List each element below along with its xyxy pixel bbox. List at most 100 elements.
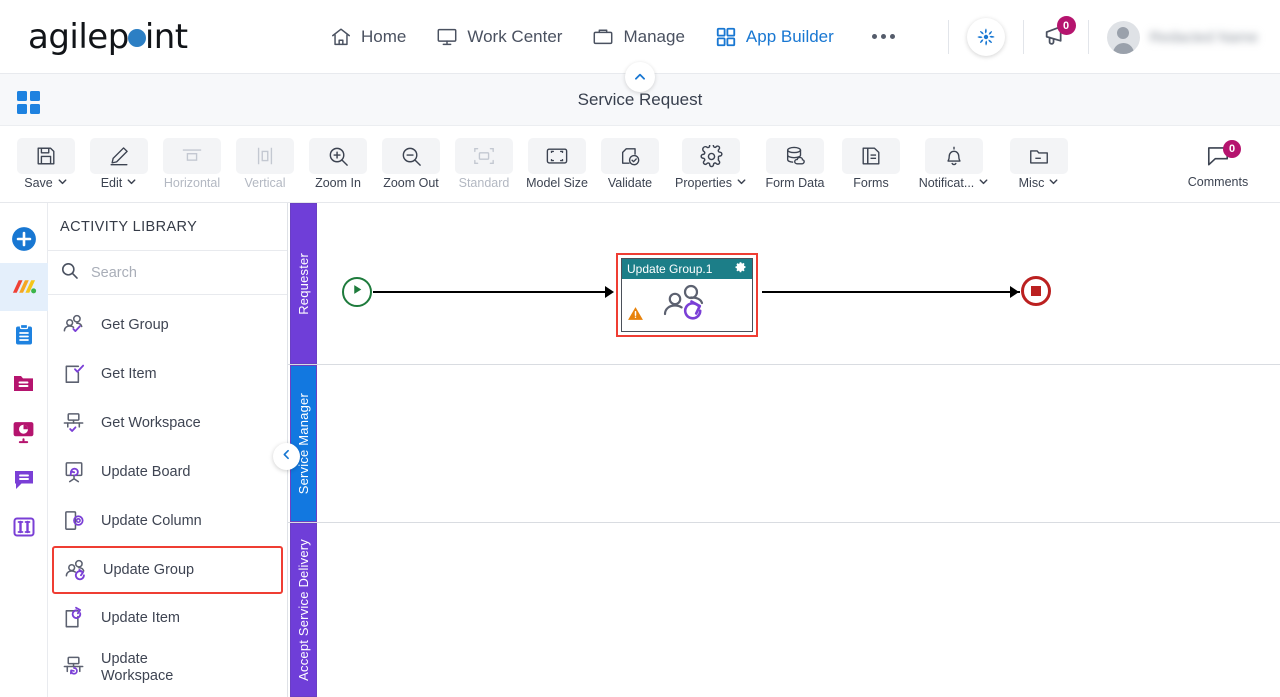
header-right-actions: 0 Redacted Name bbox=[947, 0, 1280, 74]
forms-button[interactable]: Forms bbox=[837, 133, 905, 195]
activity-update-group-selected[interactable]: Update Group.1 bbox=[616, 253, 758, 337]
comments-badge: 0 bbox=[1223, 140, 1241, 158]
rail-item-data-folder[interactable] bbox=[0, 359, 48, 407]
rail-item-activities[interactable] bbox=[0, 263, 48, 311]
swimlane-header-requester[interactable]: Requester bbox=[290, 203, 317, 364]
list-item-get-workspace[interactable]: Get Workspace bbox=[48, 399, 287, 448]
list-item-update-board[interactable]: Update Board bbox=[48, 448, 287, 497]
list-item-label: Update Item bbox=[101, 610, 180, 626]
rail-item-columns[interactable] bbox=[0, 503, 48, 551]
gear-icon[interactable] bbox=[735, 260, 747, 278]
user-name-label: Redacted Name bbox=[1149, 28, 1258, 46]
app-grid-icon[interactable] bbox=[17, 91, 40, 114]
edit-button[interactable]: Edit bbox=[85, 133, 153, 195]
save-label: Save bbox=[24, 176, 53, 190]
align-vertical-icon bbox=[236, 138, 294, 174]
list-item-update-column[interactable]: Update Column bbox=[48, 497, 287, 546]
rail-item-reports[interactable] bbox=[0, 407, 48, 455]
update-group-icon bbox=[661, 283, 713, 328]
misc-button[interactable]: Misc bbox=[1003, 133, 1075, 195]
edit-label: Edit bbox=[100, 176, 123, 190]
validate-button[interactable]: Validate bbox=[596, 133, 664, 195]
swimlane-requester[interactable]: Requester bbox=[288, 203, 1280, 365]
stop-square-icon bbox=[1031, 286, 1041, 296]
connector-activity-to-end[interactable] bbox=[762, 291, 1020, 293]
vertical-label: Vertical bbox=[244, 176, 286, 190]
chevron-down-icon bbox=[736, 176, 747, 190]
get-item-icon bbox=[60, 362, 88, 387]
nav-item-work-center[interactable]: Work Center bbox=[436, 26, 562, 48]
swimlane-service-manager[interactable]: Service Manager bbox=[288, 365, 1280, 523]
nav-label-manage: Manage bbox=[623, 26, 685, 46]
process-canvas[interactable]: Requester Service Manager Accept Service… bbox=[288, 203, 1280, 697]
properties-button[interactable]: Properties bbox=[669, 133, 753, 195]
swimlane-header-service-manager[interactable]: Service Manager bbox=[290, 365, 317, 522]
horizontal-label: Horizontal bbox=[163, 176, 221, 190]
bot-assistant-button[interactable] bbox=[949, 0, 1023, 74]
zoom-out-button[interactable]: Zoom Out bbox=[377, 133, 445, 195]
briefcase-icon bbox=[592, 26, 614, 48]
more-options-icon[interactable] bbox=[871, 34, 895, 39]
zoom-out-icon bbox=[382, 138, 440, 174]
vertical-align-button[interactable]: Vertical bbox=[231, 133, 299, 195]
search-row bbox=[48, 251, 287, 295]
form-data-button[interactable]: Form Data bbox=[758, 133, 832, 195]
list-item-get-item[interactable]: Get Item bbox=[48, 350, 287, 399]
comments-button[interactable]: 0 Comments bbox=[1184, 133, 1252, 195]
zoom-in-button[interactable]: Zoom In bbox=[304, 133, 372, 195]
workspace: ACTIVITY LIBRARY Get Group Get Item bbox=[0, 203, 1280, 697]
end-event[interactable] bbox=[1021, 276, 1051, 306]
search-input[interactable] bbox=[91, 264, 251, 281]
activity-update-group[interactable]: Update Group.1 bbox=[621, 258, 753, 332]
model-size-button[interactable]: Model Size bbox=[523, 133, 591, 195]
list-item-label: Get Workspace bbox=[101, 415, 201, 431]
nav-item-app-builder[interactable]: App Builder bbox=[715, 26, 834, 48]
pencil-icon bbox=[90, 138, 148, 174]
zoom-out-label: Zoom Out bbox=[383, 176, 439, 190]
nav-item-home[interactable]: Home bbox=[330, 26, 406, 48]
database-icon bbox=[766, 138, 824, 174]
list-item-update-group[interactable]: Update Group bbox=[52, 546, 283, 594]
model-size-icon bbox=[528, 138, 586, 174]
sidebar-rail bbox=[0, 203, 48, 697]
agilepoint-logo[interactable]: agilep int bbox=[0, 17, 330, 57]
update-workspace-icon bbox=[60, 655, 88, 680]
model-toolbar: Save Edit Horizontal Vertical Zoom In Zo… bbox=[0, 126, 1280, 203]
rail-item-clipboard[interactable] bbox=[0, 311, 48, 359]
user-profile-button[interactable]: Redacted Name bbox=[1089, 0, 1280, 74]
swimlane-label: Accept Service Delivery bbox=[296, 539, 311, 681]
folder-icon bbox=[1010, 138, 1068, 174]
announcements-button[interactable]: 0 bbox=[1024, 0, 1088, 74]
start-event[interactable] bbox=[342, 277, 372, 307]
list-item-update-workspace[interactable]: Update Workspace bbox=[48, 643, 287, 692]
swimlane-header-accept-service-delivery[interactable]: Accept Service Delivery bbox=[290, 523, 317, 697]
validate-icon bbox=[601, 138, 659, 174]
rail-item-add[interactable] bbox=[0, 215, 48, 263]
list-item-label: Get Group bbox=[101, 317, 169, 333]
list-item-label: Update Group bbox=[103, 561, 195, 578]
list-item-label: Get Item bbox=[101, 366, 157, 382]
grid-icon bbox=[715, 26, 737, 48]
standard-label: Standard bbox=[458, 176, 510, 190]
panel-collapse-button[interactable] bbox=[273, 443, 300, 470]
update-item-icon bbox=[60, 606, 88, 631]
nav-item-manage[interactable]: Manage bbox=[592, 26, 685, 48]
get-group-icon bbox=[60, 313, 88, 338]
chevron-up-icon[interactable] bbox=[625, 62, 655, 92]
chevron-down-icon bbox=[1048, 176, 1059, 190]
bell-icon bbox=[925, 138, 983, 174]
notifications-button[interactable]: Notificat... bbox=[910, 133, 998, 195]
search-icon bbox=[60, 261, 79, 285]
page-title: Service Request bbox=[577, 89, 703, 109]
list-item-update-item[interactable]: Update Item bbox=[48, 594, 287, 643]
rail-item-messages[interactable] bbox=[0, 455, 48, 503]
list-item-get-group[interactable]: Get Group bbox=[48, 301, 287, 350]
horizontal-align-button[interactable]: Horizontal bbox=[158, 133, 226, 195]
notifications-label: Notificat... bbox=[918, 176, 975, 190]
swimlane-accept-service-delivery[interactable]: Accept Service Delivery bbox=[288, 523, 1280, 697]
zoom-in-icon bbox=[309, 138, 367, 174]
connector-start-to-activity[interactable] bbox=[373, 291, 607, 293]
chevron-down-icon bbox=[57, 176, 68, 190]
save-button[interactable]: Save bbox=[12, 133, 80, 195]
standard-size-button[interactable]: Standard bbox=[450, 133, 518, 195]
